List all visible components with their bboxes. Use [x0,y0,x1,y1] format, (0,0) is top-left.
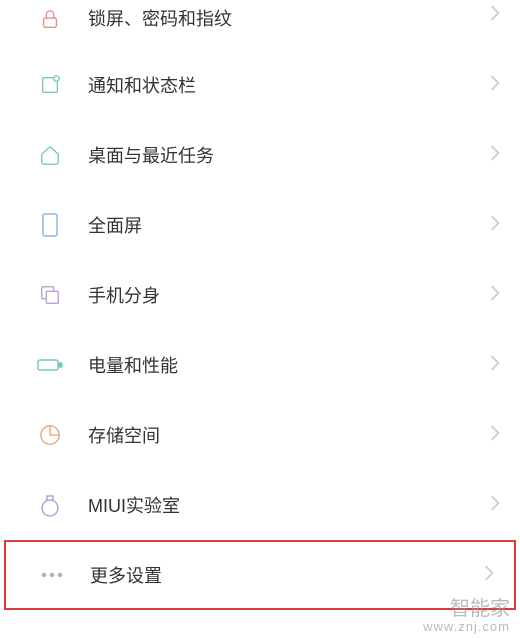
chevron-right-icon [490,215,500,236]
item-label: MIUI实验室 [88,492,490,518]
battery-icon [36,351,64,379]
item-label: 桌面与最近任务 [88,142,490,168]
item-label: 全面屏 [88,212,490,238]
storage-icon [36,421,64,449]
settings-item-dual-apps[interactable]: 手机分身 [0,260,520,330]
settings-item-miui-lab[interactable]: MIUI实验室 [0,470,520,540]
settings-item-more[interactable]: 更多设置 [4,540,516,610]
settings-list: 锁屏、密码和指纹 通知和状态栏 桌面与最近任务 [0,0,520,610]
settings-item-lock[interactable]: 锁屏、密码和指纹 [0,0,520,50]
item-label: 电量和性能 [88,352,490,378]
item-label: 更多设置 [90,562,484,588]
chevron-right-icon [490,285,500,306]
lock-icon [36,5,64,33]
chevron-right-icon [490,425,500,446]
fullscreen-icon [36,211,64,239]
chevron-right-icon [484,565,494,586]
watermark-url: www.znj.com [423,620,510,634]
chevron-right-icon [490,145,500,166]
settings-item-storage[interactable]: 存储空间 [0,400,520,470]
home-icon [36,141,64,169]
settings-item-battery[interactable]: 电量和性能 [0,330,520,400]
dual-apps-icon [36,281,64,309]
item-label: 锁屏、密码和指纹 [88,5,490,31]
settings-item-desktop[interactable]: 桌面与最近任务 [0,120,520,190]
settings-item-fullscreen[interactable]: 全面屏 [0,190,520,260]
chevron-right-icon [490,495,500,516]
chevron-right-icon [490,5,500,26]
chevron-right-icon [490,355,500,376]
item-label: 通知和状态栏 [88,72,490,98]
lab-icon [36,491,64,519]
item-label: 存储空间 [88,422,490,448]
more-icon [38,561,66,589]
item-label: 手机分身 [88,282,490,308]
notification-icon [36,71,64,99]
chevron-right-icon [490,75,500,96]
settings-item-notification[interactable]: 通知和状态栏 [0,50,520,120]
